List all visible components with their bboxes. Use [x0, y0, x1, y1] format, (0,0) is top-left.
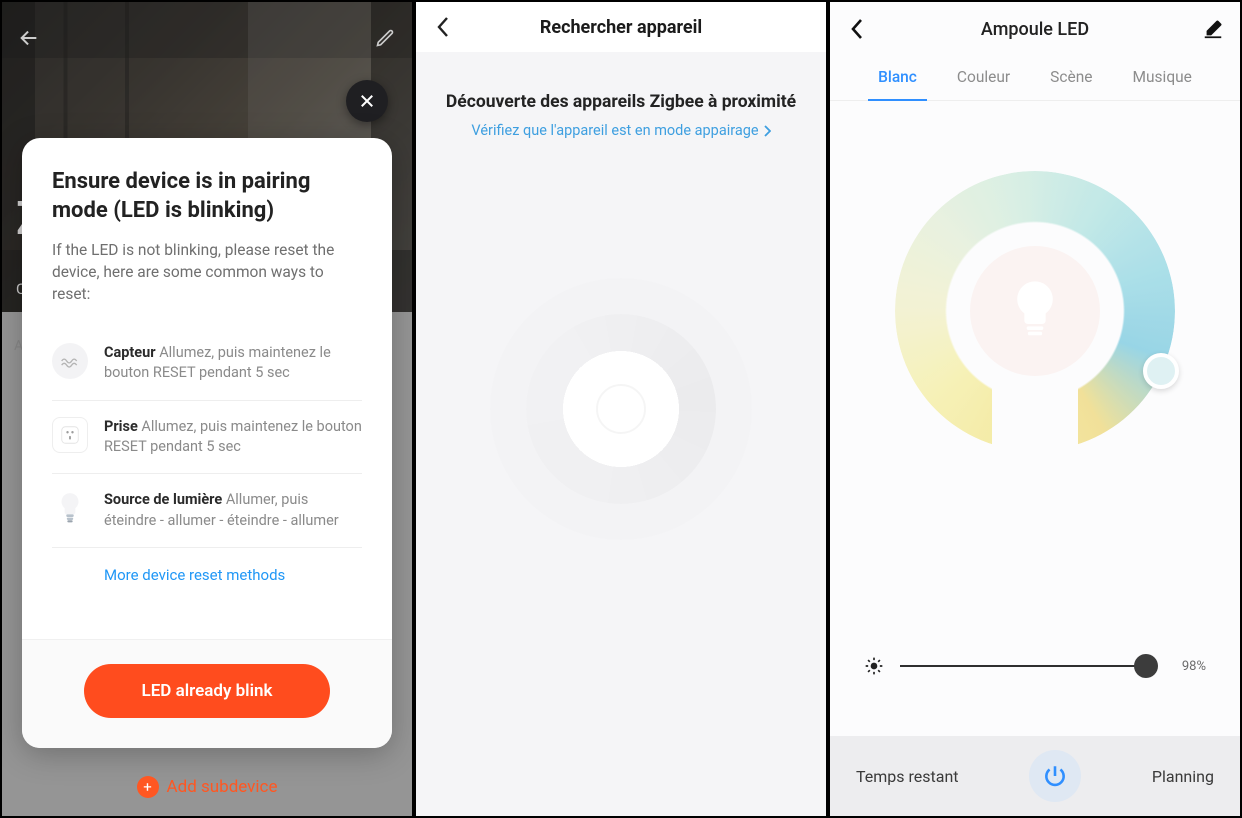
- bulb-icon: [52, 490, 88, 526]
- reset-methods-list: Capteur Allumez, puis maintenez le bouto…: [22, 315, 392, 639]
- reset-item-text: Source de lumière Allumer, puis éteindre…: [104, 490, 362, 531]
- header-bar: Rechercher appareil: [416, 2, 826, 52]
- add-subdevice-button[interactable]: + Add subdevice: [2, 776, 412, 798]
- back-chevron-icon[interactable]: [428, 12, 458, 42]
- color-temperature-dial[interactable]: [895, 171, 1175, 451]
- back-arrow-icon[interactable]: [14, 23, 44, 53]
- screen-pairing-modal: Z C A Ensure device is in pairing mode (…: [0, 0, 414, 818]
- page-title: Rechercher appareil: [540, 17, 702, 38]
- close-icon[interactable]: [346, 80, 388, 122]
- screen-led-control: Ampoule LED Blanc Couleur Scène Musique: [828, 0, 1242, 818]
- dial-handle[interactable]: [1143, 353, 1179, 389]
- led-already-blink-button[interactable]: LED already blink: [84, 664, 330, 718]
- planning-button[interactable]: Planning: [1152, 767, 1214, 786]
- page-title: Ampoule LED: [981, 19, 1089, 40]
- sensor-icon: [52, 343, 88, 379]
- scanning-spinner: [526, 314, 716, 504]
- brightness-slider-row: 98%: [830, 656, 1240, 676]
- tab-blanc[interactable]: Blanc: [876, 68, 919, 100]
- chevron-right-icon: [763, 125, 771, 137]
- reset-item-text: Prise Allumez, puis maintenez le bouton …: [104, 417, 362, 458]
- dial-center-bulb-icon: [970, 246, 1100, 376]
- time-remaining-button[interactable]: Temps restant: [856, 767, 959, 786]
- edit-icon[interactable]: [370, 23, 400, 53]
- modal-title: Ensure device is in pairing mode (LED is…: [52, 168, 362, 225]
- reset-item-text: Capteur Allumez, puis maintenez le bouto…: [104, 343, 362, 384]
- slider-knob[interactable]: [1134, 654, 1158, 678]
- discovery-heading: Découverte des appareils Zigbee à proxim…: [440, 92, 802, 112]
- tab-musique[interactable]: Musique: [1130, 68, 1193, 100]
- modal-subtitle: If the LED is not blinking, please reset…: [52, 239, 362, 305]
- brightness-percent: 98%: [1170, 659, 1206, 674]
- pairing-modal: Ensure device is in pairing mode (LED is…: [22, 138, 392, 748]
- color-mode-tabs: Blanc Couleur Scène Musique: [830, 56, 1240, 101]
- reset-item-plug: Prise Allumez, puis maintenez le bouton …: [52, 401, 362, 475]
- header-bar: Ampoule LED: [830, 2, 1240, 56]
- more-reset-methods-link[interactable]: More device reset methods: [52, 548, 362, 590]
- power-button[interactable]: [1029, 750, 1081, 802]
- screen-search-device: Rechercher appareil Découverte des appar…: [414, 0, 828, 818]
- reset-item-sensor: Capteur Allumez, puis maintenez le bouto…: [52, 327, 362, 401]
- edit-icon[interactable]: [1200, 16, 1226, 42]
- plus-icon: +: [137, 776, 159, 798]
- plug-icon: [52, 417, 88, 453]
- brightness-icon: [864, 656, 886, 676]
- tab-couleur[interactable]: Couleur: [955, 68, 1012, 100]
- back-chevron-icon[interactable]: [844, 16, 870, 42]
- reset-item-light: Source de lumière Allumer, puis éteindre…: [52, 474, 362, 548]
- add-subdevice-label: Add subdevice: [167, 777, 278, 797]
- brightness-slider[interactable]: [900, 665, 1156, 667]
- tab-scene[interactable]: Scène: [1048, 68, 1094, 100]
- bottom-action-bar: Temps restant Planning: [830, 736, 1240, 816]
- pairing-mode-link[interactable]: Vérifiez que l'appareil est en mode appa…: [471, 122, 770, 139]
